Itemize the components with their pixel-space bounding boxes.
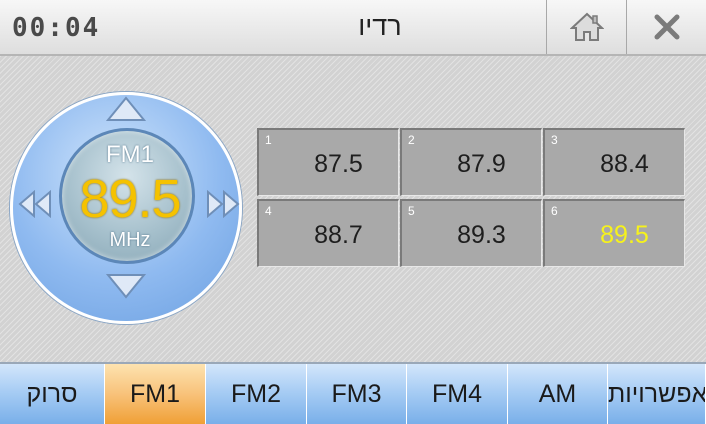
preset-button-4[interactable]: 4 88.7 (257, 199, 399, 267)
tab-label: אפשרויות (608, 379, 706, 408)
unit-label: MHz (109, 229, 151, 251)
preset-frequency: 88.4 (600, 150, 649, 178)
seek-up-icon[interactable] (106, 96, 146, 122)
tab-label: FM3 (331, 379, 382, 408)
preset-number: 5 (408, 204, 415, 218)
preset-frequency: 87.5 (314, 150, 363, 178)
preset-button-5[interactable]: 5 89.3 (400, 199, 542, 267)
close-button[interactable] (626, 0, 706, 54)
tab-label: AM (538, 379, 577, 408)
tab-fm3[interactable]: FM3 (307, 364, 407, 424)
preset-number: 6 (551, 204, 558, 218)
tab-label: סרוק (26, 379, 78, 408)
band-label: FM1 (106, 141, 154, 168)
preset-number: 3 (551, 133, 558, 147)
seek-down-icon[interactable] (106, 273, 146, 299)
close-icon (654, 14, 679, 40)
tab-options[interactable]: אפשרויות (608, 364, 706, 424)
preset-frequency: 88.7 (314, 221, 363, 249)
preset-number: 1 (265, 133, 272, 147)
preset-number: 4 (265, 204, 272, 218)
tab-scan[interactable]: סרוק (0, 364, 105, 424)
tab-label: FM4 (432, 379, 482, 408)
tune-back-icon[interactable] (18, 190, 54, 218)
tab-fm2[interactable]: FM2 (206, 364, 307, 424)
preset-button-3[interactable]: 3 88.4 (543, 128, 685, 196)
preset-frequency: 89.5 (600, 221, 649, 249)
tab-label: FM2 (231, 379, 281, 408)
home-icon (569, 12, 604, 41)
home-button[interactable] (546, 0, 626, 54)
tune-forward-icon[interactable] (204, 190, 240, 218)
title-bar: 00:04 רדיו (0, 0, 706, 56)
page-title: רדיו (358, 11, 402, 41)
preset-number: 2 (408, 133, 415, 147)
tab-fm4[interactable]: FM4 (407, 364, 508, 424)
preset-frequency: 89.3 (457, 221, 506, 249)
tab-am[interactable]: AM (508, 364, 608, 424)
tab-label: FM1 (130, 379, 180, 408)
clock: 00:04 (12, 13, 101, 43)
preset-frequency: 87.9 (457, 150, 506, 178)
current-frequency: 89.5 (79, 169, 181, 229)
preset-button-2[interactable]: 2 87.9 (400, 128, 542, 196)
band-tab-bar: סרוק FM1 FM2 FM3 FM4 AM אפשרויות (0, 362, 706, 424)
tab-fm1[interactable]: FM1 (105, 364, 206, 424)
preset-button-6[interactable]: 6 89.5 (543, 199, 685, 267)
preset-button-1[interactable]: 1 87.5 (257, 128, 399, 196)
